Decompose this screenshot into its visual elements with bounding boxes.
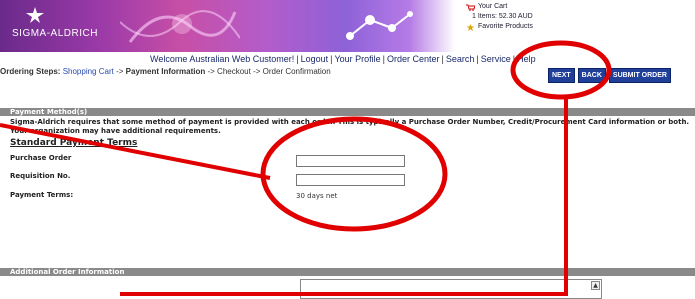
purchase-order-label: Purchase Order xyxy=(10,154,72,162)
step-arrow: -> xyxy=(253,67,261,76)
banner-artwork xyxy=(0,0,455,52)
step-shopping-cart[interactable]: Shopping Cart xyxy=(63,67,114,76)
your-cart-link[interactable]: Your Cart xyxy=(466,2,533,12)
molecule-graphic xyxy=(346,11,413,40)
ordering-steps-breadcrumb: Ordering Steps: Shopping Cart -> Payment… xyxy=(0,67,331,76)
help-link[interactable]: Help xyxy=(517,54,536,64)
cart-icon xyxy=(466,4,475,11)
steps-prefix: Ordering Steps: xyxy=(0,67,61,76)
cart-summary: Your Cart 1 Items: 52.30 AUD Favorite Pr… xyxy=(466,2,533,32)
submit-order-button[interactable]: SUBMIT ORDER xyxy=(608,68,671,83)
standard-payment-terms-heading: Standard Payment Terms xyxy=(10,138,138,148)
step-order-confirmation: Order Confirmation xyxy=(262,67,331,76)
payment-terms-label: Payment Terms: xyxy=(10,191,74,199)
payment-terms-value: 30 days net xyxy=(296,192,338,200)
brand-logo[interactable]: SIGMA-ALDRICH xyxy=(12,28,98,39)
welcome-text: Welcome Australian Web Customer! xyxy=(150,54,295,64)
step-arrow: -> xyxy=(116,67,124,76)
scroll-up-icon[interactable]: ▲ xyxy=(591,281,600,290)
logout-link[interactable]: Logout xyxy=(301,54,329,64)
step-payment-information: Payment Information xyxy=(125,67,206,76)
action-buttons: NEXT BACK SUBMIT ORDER xyxy=(548,68,671,83)
your-profile-link[interactable]: Your Profile xyxy=(334,54,380,64)
back-button[interactable]: BACK xyxy=(577,68,606,83)
payment-description: Sigma-Aldrich requires that some method … xyxy=(10,118,690,135)
additional-order-info-header: Additional Order Information xyxy=(0,268,695,276)
purchase-order-input[interactable] xyxy=(296,155,405,167)
search-link[interactable]: Search xyxy=(446,54,475,64)
header-banner: SIGMA-ALDRICH Your Cart 1 Items: 52.30 A… xyxy=(0,0,695,52)
cart-items-total: 1 Items: 52.30 AUD xyxy=(472,13,533,20)
favorites-icon xyxy=(466,23,475,31)
step-arrow: -> xyxy=(207,67,215,76)
welcome-nav: Welcome Australian Web Customer! | Logout |… xyxy=(150,54,536,64)
additional-order-info-textarea[interactable]: ▲ xyxy=(300,279,602,299)
step-checkout: Checkout xyxy=(217,67,251,76)
next-button[interactable]: NEXT xyxy=(548,68,575,83)
swirl-graphic xyxy=(120,10,240,43)
requisition-number-label: Requisition No. xyxy=(10,172,71,180)
favorite-products-label: Favorite Products xyxy=(478,23,533,30)
sigma-star-icon xyxy=(26,7,44,23)
favorite-products-link[interactable]: Favorite Products xyxy=(466,22,533,32)
service-link[interactable]: Service xyxy=(481,54,511,64)
requisition-number-input[interactable] xyxy=(296,174,405,186)
order-center-link[interactable]: Order Center xyxy=(387,54,440,64)
your-cart-label: Your Cart xyxy=(478,3,508,10)
payment-methods-header: Payment Method(s) xyxy=(0,108,695,116)
